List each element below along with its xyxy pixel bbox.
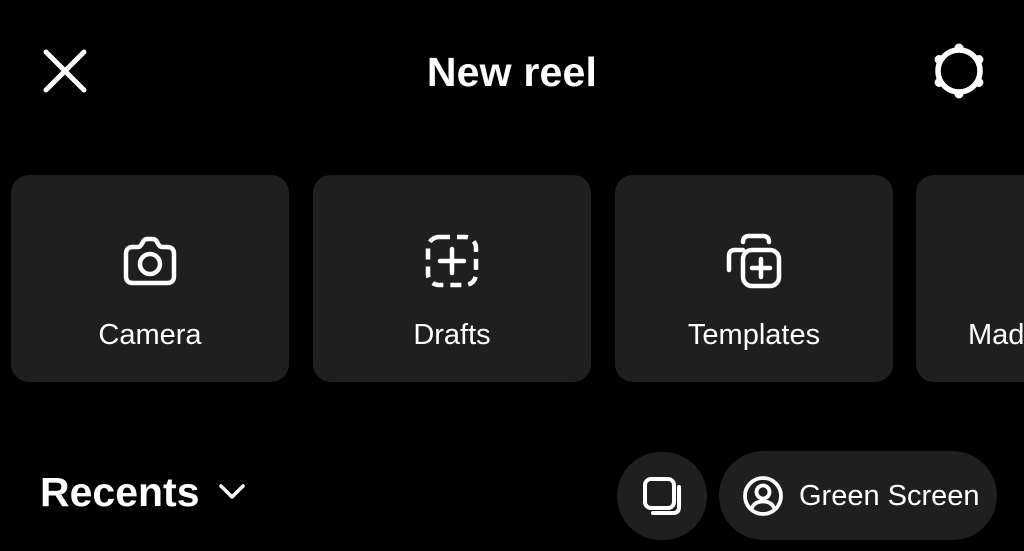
made-for-you-label: Mad xyxy=(968,319,1024,351)
templates-tile[interactable]: Templates xyxy=(615,175,893,382)
chevron-down-icon xyxy=(216,476,248,508)
recents-dropdown[interactable]: Recents xyxy=(40,462,248,522)
user-circle-icon xyxy=(743,475,783,516)
templates-label: Templates xyxy=(687,319,821,351)
camera-icon xyxy=(120,231,180,291)
recents-label: Recents xyxy=(40,469,200,515)
create-options: Camera Drafts Templates Mad xyxy=(0,175,1024,382)
made-for-you-tile[interactable]: Mad xyxy=(916,175,1024,382)
page-title: New reel xyxy=(426,49,598,95)
camera-tile[interactable]: Camera xyxy=(11,175,289,382)
drafts-tile[interactable]: Drafts xyxy=(313,175,591,382)
gear-icon xyxy=(934,43,984,99)
multi-select-icon xyxy=(643,477,681,515)
new-reel-screen: New reel Camera Drafts Templates Mad Rec… xyxy=(0,0,1024,551)
dashed-add-icon xyxy=(422,231,482,291)
settings-button[interactable] xyxy=(926,38,992,104)
drafts-label: Drafts xyxy=(413,319,491,351)
green-screen-button[interactable]: Green Screen xyxy=(719,451,997,540)
stacked-add-icon xyxy=(724,231,784,291)
green-screen-label: Green Screen xyxy=(799,479,980,512)
camera-label: Camera xyxy=(98,319,202,351)
multi-select-button[interactable] xyxy=(617,452,707,540)
